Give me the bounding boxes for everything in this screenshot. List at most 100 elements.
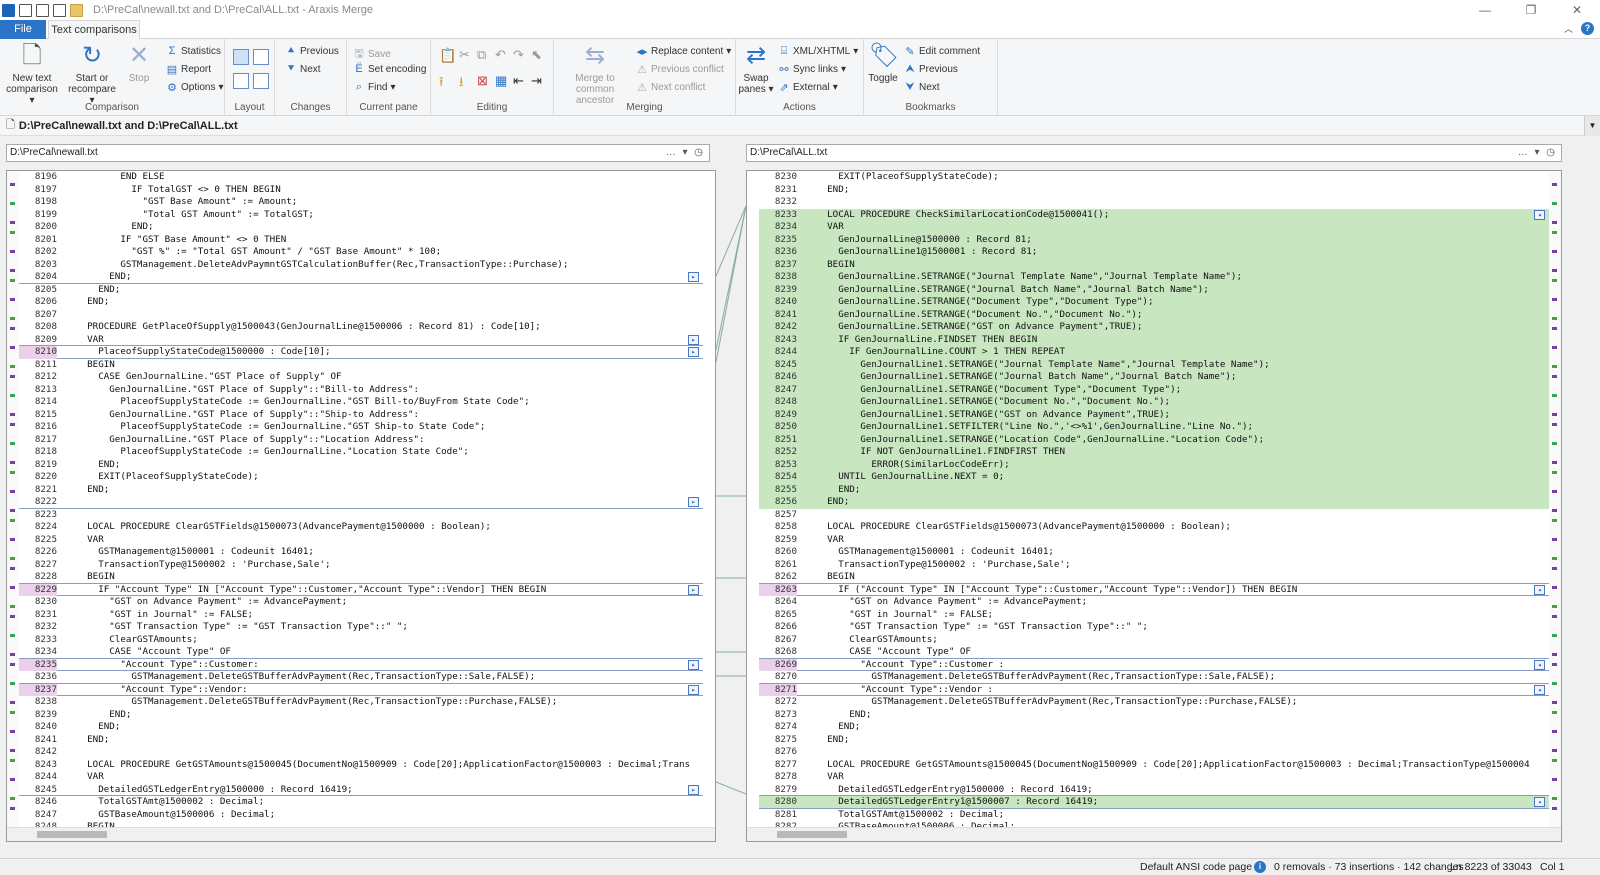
code-line[interactable]: 8255 END; bbox=[759, 483, 1549, 496]
help-icon[interactable]: ? bbox=[1581, 22, 1594, 35]
code-line[interactable]: 8246 TotalGSTAmt@1500002 : Decimal; bbox=[19, 796, 703, 809]
code-line[interactable]: 8210 PlaceofSupplyStateCode@1500000 : Co… bbox=[19, 346, 703, 359]
sync-links-button[interactable]: ⚯ Sync links ▾ bbox=[778, 63, 846, 76]
new-document-icon[interactable] bbox=[19, 3, 32, 17]
previous-conflict-button[interactable]: ⚠ Previous conflict bbox=[636, 63, 724, 76]
code-line[interactable]: 8242 GenJournalLine.SETRANGE("GST on Adv… bbox=[759, 321, 1549, 334]
code-line[interactable]: 8264 "GST on Advance Payment" := Advance… bbox=[759, 596, 1549, 609]
file-tab[interactable]: File bbox=[0, 20, 46, 39]
code-line[interactable]: 8219 END; bbox=[19, 459, 703, 472]
code-line[interactable]: 8244 VAR bbox=[19, 771, 703, 784]
path-controls-icon[interactable]: … ▾ ◷ bbox=[666, 145, 705, 161]
close-icon[interactable]: ✕ bbox=[1554, 0, 1600, 20]
layout-three-way-button[interactable] bbox=[253, 49, 269, 65]
swap-panes-button[interactable]: ⇄ Swap panes ▾ bbox=[738, 42, 774, 95]
code-line[interactable]: 8205 END; bbox=[19, 284, 703, 297]
code-line[interactable]: 8236 GSTManagement.DeleteGSTBufferAdvPay… bbox=[19, 671, 703, 684]
code-line[interactable]: 8203 GSTManagement.DeleteAdvPaymntGSTCal… bbox=[19, 259, 703, 272]
code-line[interactable]: 8243 LOCAL PROCEDURE GetGSTAmounts@15000… bbox=[19, 759, 703, 772]
code-line[interactable]: 8241 GenJournalLine.SETRANGE("Document N… bbox=[759, 308, 1549, 321]
code-line[interactable]: 8237 "Account Type"::Vendor: ▸ bbox=[19, 683, 703, 696]
code-line[interactable]: 8235 GenJournalLine@1500000 : Record 81; bbox=[759, 233, 1549, 246]
copy-left-icon[interactable]: ◂ bbox=[1534, 209, 1545, 220]
redo-icon[interactable]: ↷ bbox=[513, 47, 524, 63]
code-line[interactable]: 8250 GenJournalLine1.SETFILTER("Line No.… bbox=[759, 421, 1549, 434]
next-bookmark-button[interactable]: ⮟ Next bbox=[904, 81, 939, 94]
code-line[interactable]: 8232 bbox=[759, 196, 1549, 209]
code-line[interactable]: 8229 IF "Account Type" IN ["Account Type… bbox=[19, 583, 703, 596]
code-line[interactable]: 8272 GSTManagement.DeleteGSTBufferAdvPay… bbox=[759, 696, 1549, 709]
stop-button[interactable]: ✕ Stop bbox=[124, 42, 154, 84]
copy-left-icon[interactable]: ◂ bbox=[1534, 684, 1545, 695]
code-line[interactable]: 8280 DetailedGSTLedgerEntry1@1500007 : R… bbox=[759, 796, 1549, 809]
code-line[interactable]: 8263 IF ("Account Type" IN ["Account Typ… bbox=[759, 583, 1549, 596]
code-line[interactable]: 8232 "GST Transaction Type" := "GST Tran… bbox=[19, 621, 703, 634]
comment-icon[interactable]: ▦ bbox=[495, 73, 507, 89]
restore-icon[interactable]: ❐ bbox=[1508, 0, 1554, 20]
code-line[interactable]: 8196 END ELSE bbox=[19, 171, 703, 184]
code-line[interactable]: 8213 GenJournalLine."GST Place of Supply… bbox=[19, 384, 703, 397]
replace-content-button[interactable]: ◂▸ Replace content ▾ bbox=[636, 45, 731, 58]
code-line[interactable]: 8243 IF GenJournalLine.FINDSET THEN BEGI… bbox=[759, 333, 1549, 346]
app-icon[interactable] bbox=[2, 3, 15, 17]
left-hscrollbar[interactable] bbox=[7, 827, 715, 841]
code-line[interactable]: 8211 BEGIN bbox=[19, 359, 703, 372]
code-line[interactable]: 8215 GenJournalLine."GST Place of Supply… bbox=[19, 409, 703, 422]
code-line[interactable]: 8244 IF GenJournalLine.COUNT > 1 THEN RE… bbox=[759, 346, 1549, 359]
copy-right-icon[interactable]: ▸ bbox=[688, 347, 699, 357]
code-line[interactable]: 8208 PROCEDURE GetPlaceOfSupply@1500043(… bbox=[19, 321, 703, 334]
code-line[interactable]: 8270 GSTManagement.DeleteGSTBufferAdvPay… bbox=[759, 671, 1549, 684]
undo-icon[interactable]: ↶ bbox=[495, 47, 506, 63]
copy-left-icon[interactable]: ◂ bbox=[1534, 584, 1545, 595]
open-icon[interactable] bbox=[53, 3, 66, 17]
toggle-bookmark-button[interactable]: 🏷 Toggle bbox=[866, 42, 900, 84]
new-text-comparison-button[interactable]: 🗋 New text comparison ▾ bbox=[4, 42, 60, 106]
edit-comment-button[interactable]: ✎ Edit comment bbox=[904, 45, 980, 58]
code-line[interactable]: 8240 GenJournalLine.SETRANGE("Document T… bbox=[759, 296, 1549, 309]
path-controls-icon[interactable]: … ▾ ◷ bbox=[1518, 145, 1557, 161]
code-line[interactable]: 8231 END; bbox=[759, 184, 1549, 197]
code-line[interactable]: 8262 BEGIN bbox=[759, 571, 1549, 584]
xml-xhtml-button[interactable]: ⌸ XML/XHTML ▾ bbox=[778, 45, 859, 58]
merge-common-ancestor-button[interactable]: ⇆ Merge to common ancestor bbox=[556, 42, 634, 106]
outdent-icon[interactable]: ⇤ bbox=[513, 73, 524, 89]
new-folder-icon[interactable] bbox=[36, 3, 49, 17]
copy-right-icon[interactable]: ▸ bbox=[688, 497, 699, 507]
right-text-pane[interactable]: 8230 EXIT(PlaceofSupplyStateCode); 8231 E… bbox=[746, 170, 1562, 842]
start-recompare-button[interactable]: ↻ Start or recompare ▾ bbox=[66, 42, 118, 106]
code-line[interactable]: 8266 "GST Transaction Type" := "GST Tran… bbox=[759, 621, 1549, 634]
code-line[interactable]: 8222 ▸ bbox=[19, 496, 703, 509]
copy-right-icon[interactable]: ▸ bbox=[688, 784, 699, 795]
statistics-button[interactable]: Σ Statistics bbox=[166, 45, 221, 57]
set-encoding-button[interactable]: Ë Set encoding bbox=[353, 63, 426, 75]
layout-horizontal-button[interactable] bbox=[233, 73, 249, 89]
code-line[interactable]: 8202 "GST %" := "Total GST Amount" / "GS… bbox=[19, 246, 703, 259]
code-line[interactable]: 8225 VAR bbox=[19, 534, 703, 547]
code-line[interactable]: 8246 GenJournalLine1.SETRANGE("Journal B… bbox=[759, 371, 1549, 384]
code-line[interactable]: 8233 LOCAL PROCEDURE CheckSimilarLocatio… bbox=[759, 208, 1549, 221]
indent-icon[interactable]: ⇥ bbox=[531, 73, 542, 89]
code-line[interactable]: 8238 GSTManagement.DeleteGSTBufferAdvPay… bbox=[19, 696, 703, 709]
chevron-up-icon[interactable]: ︿ bbox=[1564, 22, 1573, 35]
code-line[interactable]: 8245 DetailedGSTLedgerEntry@1500000 : Re… bbox=[19, 784, 703, 796]
code-line[interactable]: 8276 bbox=[759, 746, 1549, 759]
code-line[interactable]: 8218 PlaceofSupplyStateCode := GenJourna… bbox=[19, 446, 703, 459]
code-line[interactable]: 8269 "Account Type"::Customer : ◂ bbox=[759, 658, 1549, 671]
next-change-button[interactable]: ⯆ Next bbox=[285, 63, 321, 76]
code-line[interactable]: 8204 END; ▸ bbox=[19, 271, 703, 284]
copy-right-icon[interactable]: ▸ bbox=[688, 684, 699, 695]
code-line[interactable]: 8206 END; bbox=[19, 296, 703, 309]
report-button[interactable]: ▤ Report bbox=[166, 63, 211, 76]
layout-two-way-button[interactable] bbox=[233, 49, 249, 65]
code-line[interactable]: 8234 CASE "Account Type" OF bbox=[19, 646, 703, 659]
copy-left-icon[interactable]: ◂ bbox=[1534, 797, 1545, 807]
code-line[interactable]: 8227 TransactionType@1500002 : 'Purchase… bbox=[19, 559, 703, 572]
insert-before-icon[interactable]: ⭱ bbox=[439, 73, 444, 95]
code-line[interactable]: 8268 CASE "Account Type" OF bbox=[759, 646, 1549, 659]
copy-right-icon[interactable]: ▸ bbox=[688, 584, 699, 595]
minimize-icon[interactable]: — bbox=[1462, 0, 1508, 20]
code-line[interactable]: 8230 EXIT(PlaceofSupplyStateCode); bbox=[759, 171, 1549, 184]
document-tab[interactable]: D:\PreCal\newall.txt and D:\PreCal\ALL.t… bbox=[19, 120, 238, 132]
code-line[interactable]: 8216 PlaceofSupplyStateCode := GenJourna… bbox=[19, 421, 703, 434]
code-line[interactable]: 8235 "Account Type"::Customer: ▸ bbox=[19, 658, 703, 671]
